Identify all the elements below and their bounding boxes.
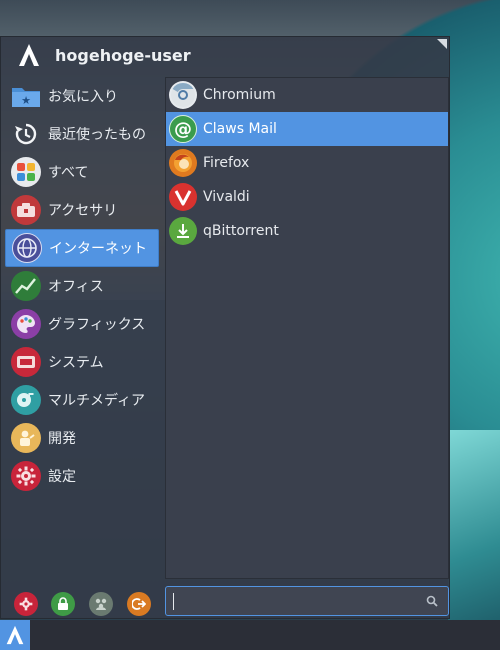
category-label: インターネット — [49, 241, 147, 257]
category-label: お気に入り — [48, 89, 118, 105]
category-label: 最近使ったもの — [48, 127, 146, 143]
development-icon — [11, 423, 41, 453]
username-label: hogehoge-user — [55, 45, 191, 65]
logout-icon — [132, 598, 146, 610]
category-multimedia[interactable]: マルチメディア — [5, 381, 159, 419]
app-label: Firefox — [203, 155, 250, 171]
category-label: アクセサリ — [48, 203, 118, 219]
category-recent[interactable]: 最近使ったもの — [5, 115, 159, 153]
accessories-icon — [11, 195, 41, 225]
category-label: 開発 — [48, 431, 76, 447]
category-system[interactable]: システム — [5, 343, 159, 381]
svg-text:★: ★ — [21, 94, 31, 107]
app-label: Claws Mail — [203, 121, 277, 137]
category-favorites[interactable]: ★ お気に入り — [5, 77, 159, 115]
app-claws-mail[interactable]: @ Claws Mail — [166, 112, 448, 146]
taskbar — [0, 620, 500, 650]
category-development[interactable]: 開発 — [5, 419, 159, 457]
text-cursor — [173, 593, 174, 610]
search-input[interactable] — [166, 588, 422, 614]
arch-logo-icon — [15, 41, 43, 69]
menu-bottom-bar — [1, 584, 451, 620]
wallpaper-band — [448, 430, 500, 630]
menu-header: hogehoge-user — [1, 37, 451, 73]
qbittorrent-icon — [169, 217, 197, 245]
app-list: Chromium @ Claws Mail Firefox Vivaldi qB… — [165, 77, 449, 579]
start-menu-button[interactable] — [0, 620, 30, 650]
settings-button[interactable] — [14, 592, 38, 616]
category-label: 設定 — [48, 469, 76, 485]
app-label: Vivaldi — [203, 189, 250, 205]
lock-screen-button[interactable] — [51, 592, 75, 616]
category-graphics[interactable]: グラフィックス — [5, 305, 159, 343]
multimedia-icon — [11, 385, 41, 415]
svg-text:@: @ — [174, 119, 192, 140]
category-label: オフィス — [48, 279, 104, 295]
vivaldi-icon — [169, 183, 197, 211]
category-all[interactable]: すべて — [5, 153, 159, 191]
category-accessories[interactable]: アクセサリ — [5, 191, 159, 229]
office-chart-icon — [11, 271, 41, 301]
internet-globe-icon — [12, 233, 42, 263]
chromium-icon — [169, 81, 197, 109]
search-icon[interactable] — [422, 591, 442, 611]
logout-button[interactable] — [127, 592, 151, 616]
firefox-icon — [169, 149, 197, 177]
category-label: すべて — [48, 165, 89, 181]
recent-history-icon — [11, 119, 41, 149]
app-vivaldi[interactable]: Vivaldi — [166, 180, 448, 214]
category-office[interactable]: オフィス — [5, 267, 159, 305]
favorites-folder-icon: ★ — [11, 81, 41, 111]
app-chromium[interactable]: Chromium — [166, 78, 448, 112]
search-box[interactable] — [165, 586, 449, 616]
app-qbittorrent[interactable]: qBittorrent — [166, 214, 448, 248]
app-firefox[interactable]: Firefox — [166, 146, 448, 180]
lock-icon — [58, 597, 68, 610]
settings-gear-icon — [19, 597, 33, 611]
arch-logo-icon — [6, 625, 24, 645]
category-label: システム — [48, 355, 104, 371]
category-label: グラフィックス — [48, 317, 146, 333]
claws-mail-icon: @ — [169, 115, 197, 143]
app-label: qBittorrent — [203, 223, 279, 239]
app-label: Chromium — [203, 87, 276, 103]
switch-user-button[interactable] — [89, 592, 113, 616]
graphics-palette-icon — [11, 309, 41, 339]
category-label: マルチメディア — [48, 393, 146, 409]
settings-gear-icon — [11, 461, 41, 491]
category-internet[interactable]: インターネット — [5, 229, 159, 267]
all-apps-icon — [11, 157, 41, 187]
category-list: ★ お気に入り 最近使ったもの すべて アクセサリ インターネット オフィス グ… — [5, 77, 159, 495]
users-icon — [95, 598, 107, 610]
application-menu: hogehoge-user ★ お気に入り 最近使ったもの すべて アクセサリ — [0, 36, 450, 619]
system-icon — [11, 347, 41, 377]
category-settings[interactable]: 設定 — [5, 457, 159, 495]
